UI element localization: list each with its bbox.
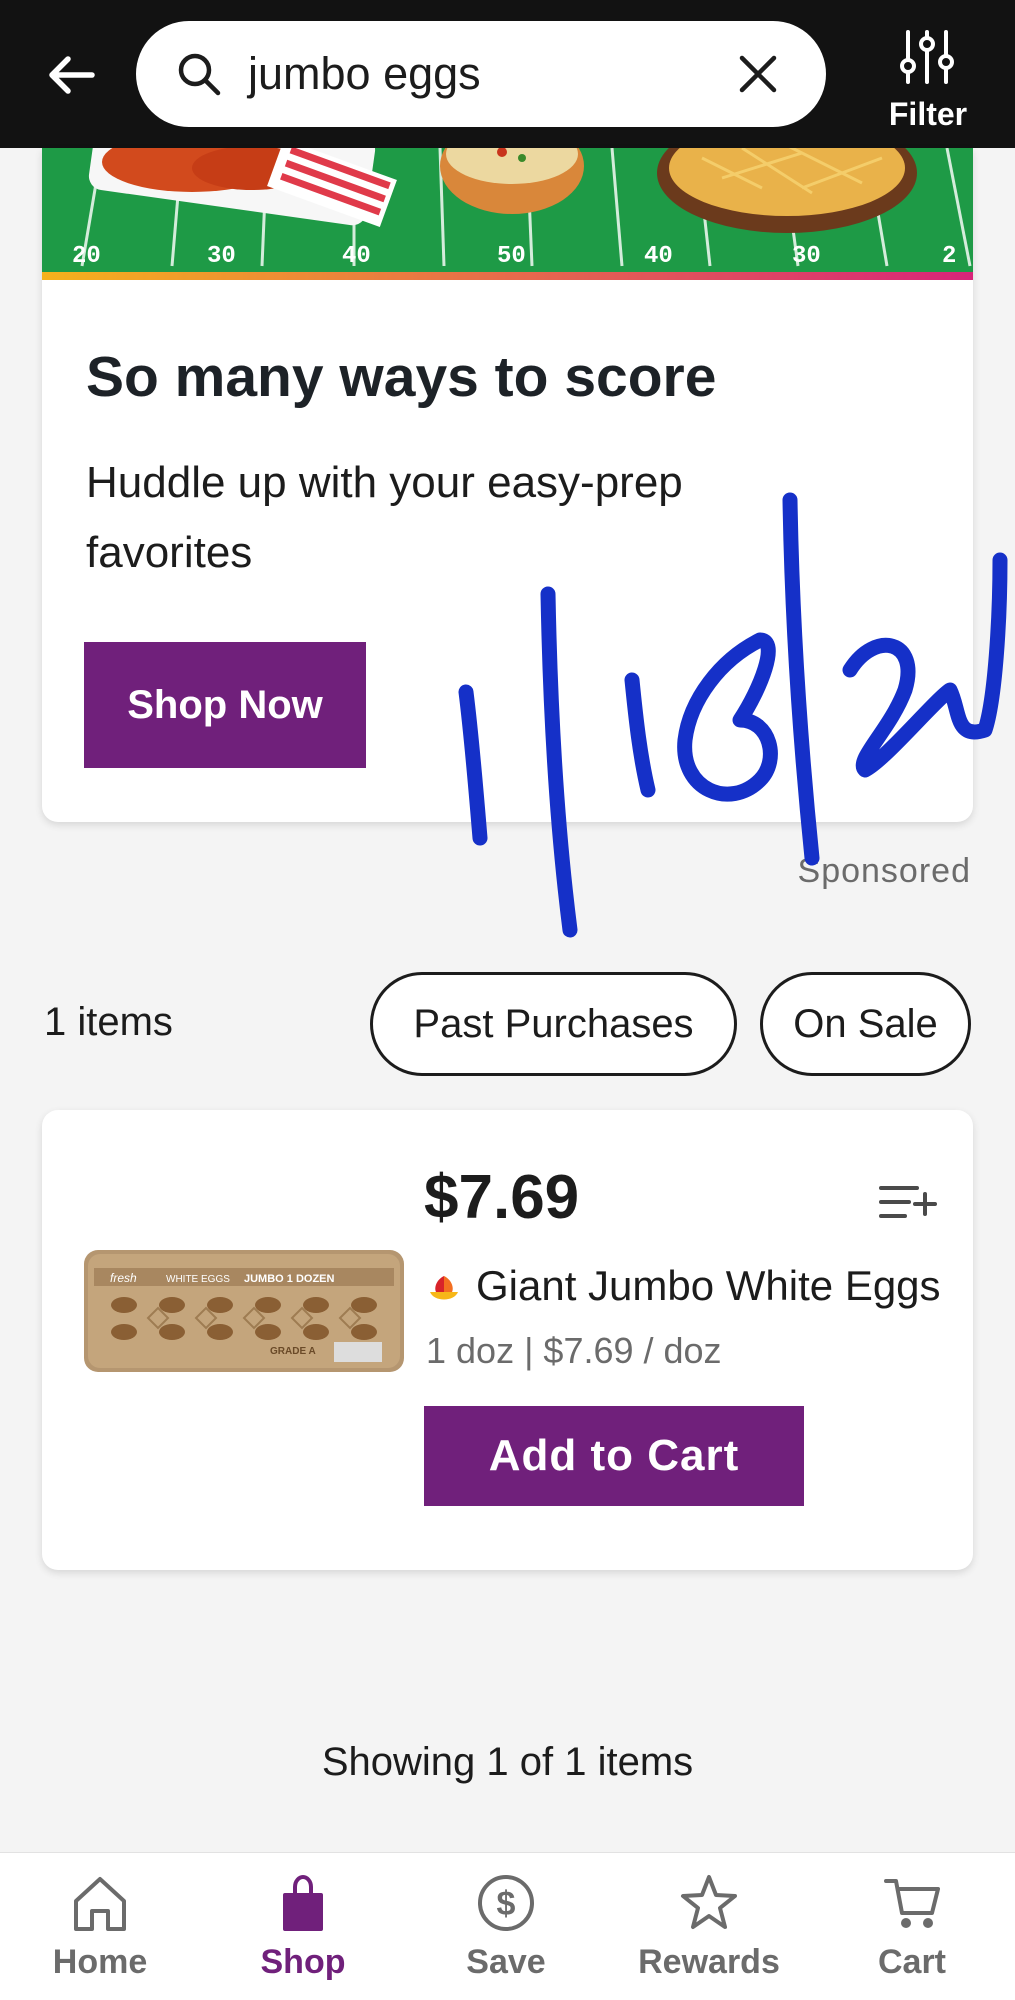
nav-label: Shop [260,1943,346,1981]
product-name[interactable]: Giant Jumbo White Eggs [476,1262,941,1310]
field-number: 40 [342,243,371,270]
on-sale-chip[interactable]: On Sale [760,972,971,1076]
add-to-cart-button[interactable]: Add to Cart [424,1406,804,1506]
egg-carton-image: fresh WHITE EGGS JUMBO 1 DOZEN GRADE A [84,1250,404,1372]
nav-label: Home [52,1943,148,1981]
top-bar: jumbo eggs Filter [0,0,1015,148]
nav-label: Cart [877,1943,947,1981]
carton-type-text: WHITE EGGS [166,1274,230,1285]
nav-item-rewards[interactable]: Rewards [609,1853,809,2000]
carton-grade-text: GRADE A [270,1346,316,1357]
cart-icon [884,1879,940,1928]
product-card[interactable]: fresh WHITE EGGS JUMBO 1 DOZEN GRADE A $… [42,1110,973,1570]
nav-item-cart[interactable]: Cart [812,1853,1012,2000]
nav-label: Rewards [638,1943,780,1981]
results-count: 1 items [44,1000,173,1044]
nav-item-shop[interactable]: Shop [203,1853,403,2000]
home-icon [74,1877,126,1931]
add-to-list-icon[interactable] [877,1180,939,1230]
dollar-circle-icon: $ [478,1875,534,1931]
search-icon [178,53,221,96]
close-icon[interactable] [736,52,780,96]
product-size-price: 1 doz | $7.69 / doz [426,1330,722,1371]
nav-label: Save [466,1943,546,1981]
sponsored-label: Sponsored [797,852,971,890]
field-number: 50 [497,243,526,270]
results-summary: Showing 1 of 1 items [321,1740,694,1784]
product-price: $7.69 [424,1163,580,1232]
star-icon [681,1875,737,1929]
sliders-icon [900,30,954,84]
shop-now-button[interactable]: Shop Now [84,642,366,768]
back-button[interactable] [44,48,98,102]
filter-button[interactable]: Filter [868,24,988,134]
nav-item-save[interactable]: $ Save [406,1853,606,2000]
carton-size-text: JUMBO 1 DOZEN [244,1273,335,1285]
search-input[interactable]: jumbo eggs [248,48,481,100]
field-number: 40 [644,243,673,270]
field-number: 2 [942,243,956,270]
bottom-nav: Home Shop $ Save Rewards Cart [0,1852,1015,2000]
field-number: 30 [207,243,236,270]
promo-card[interactable]: 20 30 40 50 40 30 2 So many ways to scor… [42,148,973,822]
svg-text:$: $ [497,1885,516,1923]
field-number: 30 [792,243,821,270]
promo-subtitle: Huddle up with your easy-prep favorites [86,458,683,577]
field-number: 20 [72,243,101,270]
filter-label: Filter [888,96,968,132]
promo-title: So many ways to score [86,345,717,409]
nav-item-home[interactable]: Home [0,1853,200,2000]
past-purchases-chip[interactable]: Past Purchases [370,972,737,1076]
search-field[interactable]: jumbo eggs [136,21,826,127]
arrow-left-icon [49,56,95,94]
promo-banner-image: 20 30 40 50 40 30 2 [42,148,973,280]
giant-logo-icon [430,1276,458,1300]
carton-brand-text: fresh [110,1271,137,1285]
shopping-bag-icon [283,1874,323,1931]
